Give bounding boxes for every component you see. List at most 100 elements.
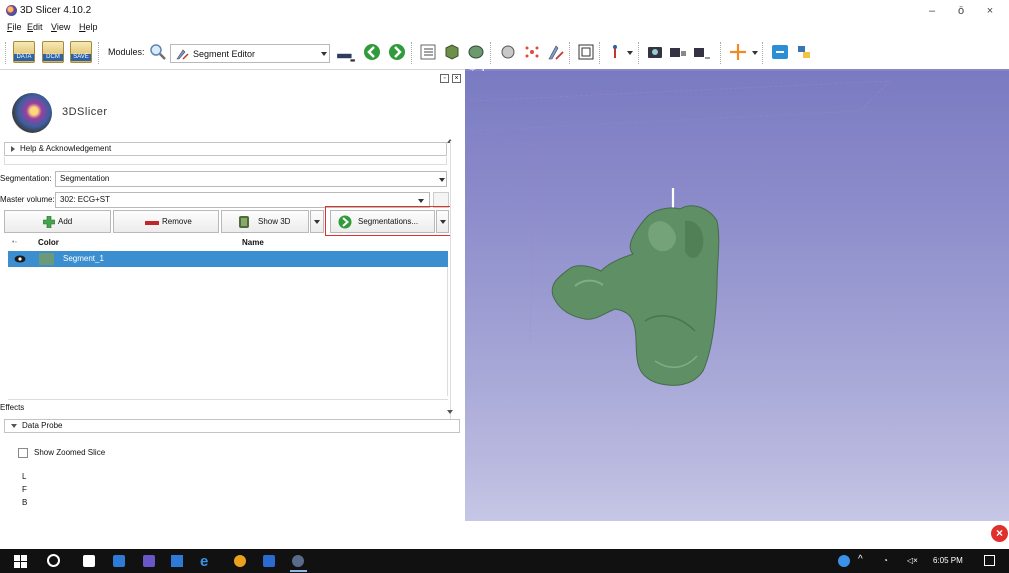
task-view-icon[interactable] — [83, 555, 95, 567]
toolbar-separator — [638, 42, 641, 64]
toolbar-separator — [411, 42, 414, 64]
transforms-module-icon[interactable] — [498, 42, 518, 62]
menu-edit[interactable]: Edit — [27, 22, 43, 32]
scroll-down-icon[interactable] — [447, 410, 453, 414]
panel-scrollbar[interactable] — [450, 141, 460, 421]
help-section-body — [4, 157, 447, 165]
module-panel: ◦ × 3DSlicer Help & Acknowledgement Segm… — [0, 71, 464, 549]
segment-name[interactable]: Segment_1 — [63, 254, 104, 263]
toolbar-separator — [569, 42, 572, 64]
segmentations-button[interactable]: Segmentations... — [330, 210, 435, 233]
mouse-mode-icon[interactable] — [605, 42, 625, 62]
data-module-icon[interactable] — [418, 42, 438, 62]
eye-icon[interactable] — [14, 255, 26, 263]
windows-start-icon[interactable] — [14, 555, 27, 568]
segmentation-selector[interactable]: Segmentation — [55, 171, 447, 187]
segments-table — [8, 251, 448, 396]
3d-view[interactable] — [465, 71, 1009, 521]
probe-label-b: B — [22, 498, 28, 507]
tray-app-icon[interactable] — [838, 555, 850, 567]
toolbar-separator — [490, 42, 493, 64]
capture-icon[interactable] — [692, 42, 712, 62]
segments-table-header: •◦ Color Name — [8, 236, 448, 250]
segment-editor-module-icon[interactable] — [546, 42, 566, 62]
maximize-button[interactable]: ō — [946, 3, 976, 19]
segmentations-dropdown-button[interactable] — [436, 210, 449, 233]
volume-icon[interactable]: ◁× — [907, 556, 918, 565]
error-log-icon[interactable]: × — [991, 525, 1008, 542]
table-row[interactable]: Segment_1 — [8, 251, 448, 267]
screenshot-icon[interactable] — [645, 42, 665, 62]
markups-module-icon[interactable] — [522, 42, 542, 62]
remove-segment-button[interactable]: Remove — [113, 210, 219, 233]
probe-label-f: F — [22, 485, 27, 494]
menu-view[interactable]: View — [51, 22, 70, 32]
segment-color-swatch[interactable] — [39, 253, 54, 265]
layout-icon[interactable] — [576, 42, 596, 62]
crosshair-icon[interactable] — [728, 42, 748, 62]
chevron-down-icon[interactable] — [752, 51, 758, 55]
help-acknowledgement-section[interactable]: Help & Acknowledgement — [4, 142, 447, 156]
slicer-app-icon — [6, 5, 17, 16]
clock[interactable]: 6:05 PM — [933, 556, 963, 565]
name-column-header[interactable]: Name — [242, 238, 264, 247]
panel-float-button[interactable]: ◦ — [440, 74, 449, 83]
file-explorer-icon[interactable] — [113, 555, 125, 567]
load-dicom-button[interactable]: DCM — [42, 41, 64, 63]
splitter-handle[interactable] — [8, 396, 448, 400]
data-probe-section[interactable]: Data Probe — [4, 419, 460, 433]
network-icon[interactable]: ◔ — [883, 556, 888, 565]
chevron-up-icon[interactable]: ^ — [858, 554, 863, 565]
segmentation-label: Segmentation: — [0, 174, 52, 183]
data-probe-label: Data Probe — [22, 421, 63, 430]
app-c-icon[interactable] — [263, 555, 275, 567]
minus-icon — [145, 221, 159, 225]
load-data-button[interactable]: DATA — [13, 41, 35, 63]
menu-help[interactable]: Help — [79, 22, 98, 32]
todo-check-icon[interactable] — [171, 555, 183, 567]
module-selected-label: Segment Editor — [193, 49, 256, 59]
module-history-icon[interactable] — [336, 46, 356, 66]
back-arrow-icon[interactable] — [362, 42, 382, 62]
search-icon[interactable] — [47, 554, 60, 567]
show-zoomed-slice-checkbox[interactable] — [18, 448, 28, 458]
chevron-down-icon — [439, 178, 445, 182]
notification-icon[interactable] — [984, 555, 995, 566]
menu-bar: File Edit View Help — [0, 20, 1009, 35]
slicer-logo-icon — [12, 93, 52, 133]
slicer-taskbar-icon[interactable] — [292, 555, 304, 567]
scene-view-icon[interactable] — [668, 42, 688, 62]
view-bottom-area: × — [465, 521, 1009, 549]
chevron-down-icon[interactable] — [627, 51, 633, 55]
arrow-right-icon — [338, 215, 352, 229]
chevron-down-icon — [314, 220, 320, 224]
menu-file[interactable]: File — [7, 22, 22, 32]
models-module-icon[interactable] — [466, 42, 486, 62]
add-segment-button[interactable]: Add — [4, 210, 111, 233]
onenote-icon[interactable] — [143, 555, 155, 567]
minimize-button[interactable]: – — [917, 3, 947, 19]
edge-icon[interactable]: e — [200, 553, 208, 570]
chrome-icon[interactable] — [234, 555, 246, 567]
plus-icon — [43, 216, 55, 228]
toolbar-separator — [5, 42, 8, 64]
extension-manager-icon[interactable] — [770, 42, 790, 62]
modules-label: Modules: — [108, 47, 145, 57]
module-search-icon[interactable] — [148, 42, 168, 62]
color-column-header[interactable]: Color — [38, 238, 59, 247]
forward-arrow-icon[interactable] — [387, 42, 407, 62]
python-console-icon[interactable] — [794, 42, 814, 62]
chevron-down-icon — [440, 220, 446, 224]
panel-close-button[interactable]: × — [452, 74, 461, 83]
show-3d-button[interactable]: Show 3D — [221, 210, 309, 233]
save-icon-label: SAVE — [71, 54, 91, 61]
save-button[interactable]: SAVE — [70, 41, 92, 63]
show-3d-dropdown-button[interactable] — [310, 210, 324, 233]
close-button[interactable]: × — [975, 3, 1005, 19]
toolbar-separator — [720, 42, 723, 64]
volumes-module-icon[interactable] — [442, 42, 462, 62]
module-selector[interactable]: Segment Editor — [170, 44, 330, 63]
toolbar-separator — [599, 42, 602, 64]
visibility-header-icon[interactable]: •◦ — [12, 239, 17, 246]
chevron-down-icon — [11, 423, 17, 428]
